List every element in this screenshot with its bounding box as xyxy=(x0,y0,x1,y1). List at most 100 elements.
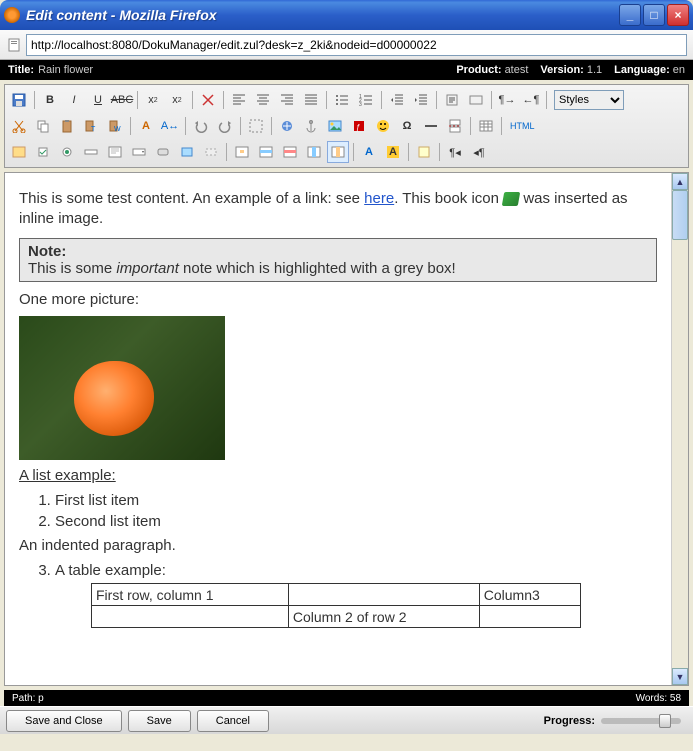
replace-icon[interactable]: A↔ xyxy=(159,115,181,137)
bg-color-icon[interactable]: A xyxy=(382,141,404,163)
col-insert-icon[interactable] xyxy=(303,141,325,163)
flash-icon[interactable]: ƒ xyxy=(348,115,370,137)
redo-icon[interactable] xyxy=(214,115,236,137)
table-cell xyxy=(92,606,289,628)
bullet-list-icon[interactable] xyxy=(331,89,353,111)
div-icon[interactable] xyxy=(465,89,487,111)
close-button[interactable]: × xyxy=(667,4,689,26)
align-left-icon[interactable] xyxy=(228,89,250,111)
source-icon[interactable]: HTML xyxy=(506,115,539,137)
templates-icon[interactable] xyxy=(413,141,435,163)
save-button[interactable]: Save xyxy=(128,710,191,732)
table-cell: First row, column 1 xyxy=(92,584,289,606)
find-icon[interactable]: A xyxy=(135,115,157,137)
maximize-button[interactable]: □ xyxy=(643,4,665,26)
scroll-up-icon[interactable]: ▲ xyxy=(672,173,688,190)
save-and-close-button[interactable]: Save and Close xyxy=(6,710,122,732)
underline-icon[interactable]: U xyxy=(87,89,109,111)
bold-icon[interactable]: B xyxy=(39,89,61,111)
slider-thumb[interactable] xyxy=(659,714,671,728)
radio-icon[interactable] xyxy=(56,141,78,163)
address-bar xyxy=(0,30,693,60)
editor-toolbar: B I U ABC x2 x2 123 ¶→ ←¶ Styles T W xyxy=(4,84,689,168)
superscript-icon[interactable]: x2 xyxy=(166,89,188,111)
scroll-thumb[interactable] xyxy=(672,190,688,240)
show-blocks-icon[interactable]: ¶◂ xyxy=(444,141,466,163)
paste-text-icon[interactable]: T xyxy=(80,115,102,137)
list-item: Second list item xyxy=(55,513,657,530)
styles-dropdown[interactable]: Styles xyxy=(554,90,624,110)
blockquote-icon[interactable] xyxy=(441,89,463,111)
text-color-icon[interactable]: A xyxy=(358,141,380,163)
url-input[interactable] xyxy=(26,34,687,56)
product-label: Product: xyxy=(456,64,501,76)
example-table: First row, column 1 Column3 Column 2 of … xyxy=(91,583,581,628)
table-icon[interactable] xyxy=(475,115,497,137)
version-value: 1.1 xyxy=(587,64,602,76)
bottom-bar: Save and Close Save Cancel Progress: xyxy=(0,706,693,734)
checkbox-icon[interactable] xyxy=(32,141,54,163)
anchor-icon[interactable] xyxy=(300,115,322,137)
italic-icon[interactable]: I xyxy=(63,89,85,111)
list-item: First list item xyxy=(55,492,657,509)
row-delete-icon[interactable] xyxy=(279,141,301,163)
paste-icon[interactable] xyxy=(56,115,78,137)
list-item-label: A table example: xyxy=(55,562,166,579)
special-char-icon[interactable]: Ω xyxy=(396,115,418,137)
textarea-icon[interactable] xyxy=(104,141,126,163)
select-icon[interactable] xyxy=(128,141,150,163)
content-text: . This book icon xyxy=(394,190,503,207)
hidden-field-icon[interactable] xyxy=(200,141,222,163)
undo-icon[interactable] xyxy=(190,115,212,137)
language-label: Language: xyxy=(614,64,670,76)
pagebreak-icon[interactable] xyxy=(444,115,466,137)
clear-format-icon[interactable] xyxy=(197,89,219,111)
list-heading: A list example: xyxy=(19,466,657,486)
hr-icon[interactable] xyxy=(420,115,442,137)
subscript-icon[interactable]: x2 xyxy=(142,89,164,111)
smiley-icon[interactable] xyxy=(372,115,394,137)
progress-slider[interactable] xyxy=(601,718,681,724)
status-words: Words: 58 xyxy=(636,693,681,704)
select-all-icon[interactable] xyxy=(245,115,267,137)
window-titlebar: Edit content - Mozilla Firefox _ □ × xyxy=(0,0,693,30)
link-icon[interactable] xyxy=(276,115,298,137)
scroll-down-icon[interactable]: ▼ xyxy=(672,668,688,685)
align-justify-icon[interactable] xyxy=(300,89,322,111)
cut-icon[interactable] xyxy=(8,115,30,137)
number-list-icon[interactable]: 123 xyxy=(355,89,377,111)
outdent-icon[interactable] xyxy=(386,89,408,111)
table-cell xyxy=(288,584,479,606)
language-value: en xyxy=(673,64,685,76)
svg-text:T: T xyxy=(91,126,96,133)
content-text: This is some test content. An example of… xyxy=(19,190,364,207)
form-icon[interactable] xyxy=(8,141,30,163)
image-icon[interactable] xyxy=(324,115,346,137)
editor-content[interactable]: This is some test content. An example of… xyxy=(5,173,671,685)
rtl-icon[interactable]: ←¶ xyxy=(520,89,542,111)
col-delete-icon[interactable] xyxy=(327,141,349,163)
about-icon[interactable]: ◂¶ xyxy=(468,141,490,163)
page-icon xyxy=(6,37,22,53)
align-right-icon[interactable] xyxy=(276,89,298,111)
row-insert-icon[interactable] xyxy=(255,141,277,163)
paste-word-icon[interactable]: W xyxy=(104,115,126,137)
vertical-scrollbar[interactable]: ▲ ▼ xyxy=(671,173,688,685)
button-field-icon[interactable] xyxy=(152,141,174,163)
svg-text:W: W xyxy=(114,126,121,133)
save-icon[interactable] xyxy=(8,89,30,111)
cancel-button[interactable]: Cancel xyxy=(197,710,269,732)
ltr-icon[interactable]: ¶→ xyxy=(496,89,518,111)
cell-props-icon[interactable] xyxy=(231,141,253,163)
window-title: Edit content - Mozilla Firefox xyxy=(26,7,619,23)
svg-text:ƒ: ƒ xyxy=(356,123,360,132)
table-cell: Column 2 of row 2 xyxy=(288,606,479,628)
imagebutton-icon[interactable] xyxy=(176,141,198,163)
copy-icon[interactable] xyxy=(32,115,54,137)
indent-icon[interactable] xyxy=(410,89,432,111)
textfield-icon[interactable] xyxy=(80,141,102,163)
strike-icon[interactable]: ABC xyxy=(111,89,133,111)
minimize-button[interactable]: _ xyxy=(619,4,641,26)
align-center-icon[interactable] xyxy=(252,89,274,111)
content-link[interactable]: here xyxy=(364,190,394,207)
